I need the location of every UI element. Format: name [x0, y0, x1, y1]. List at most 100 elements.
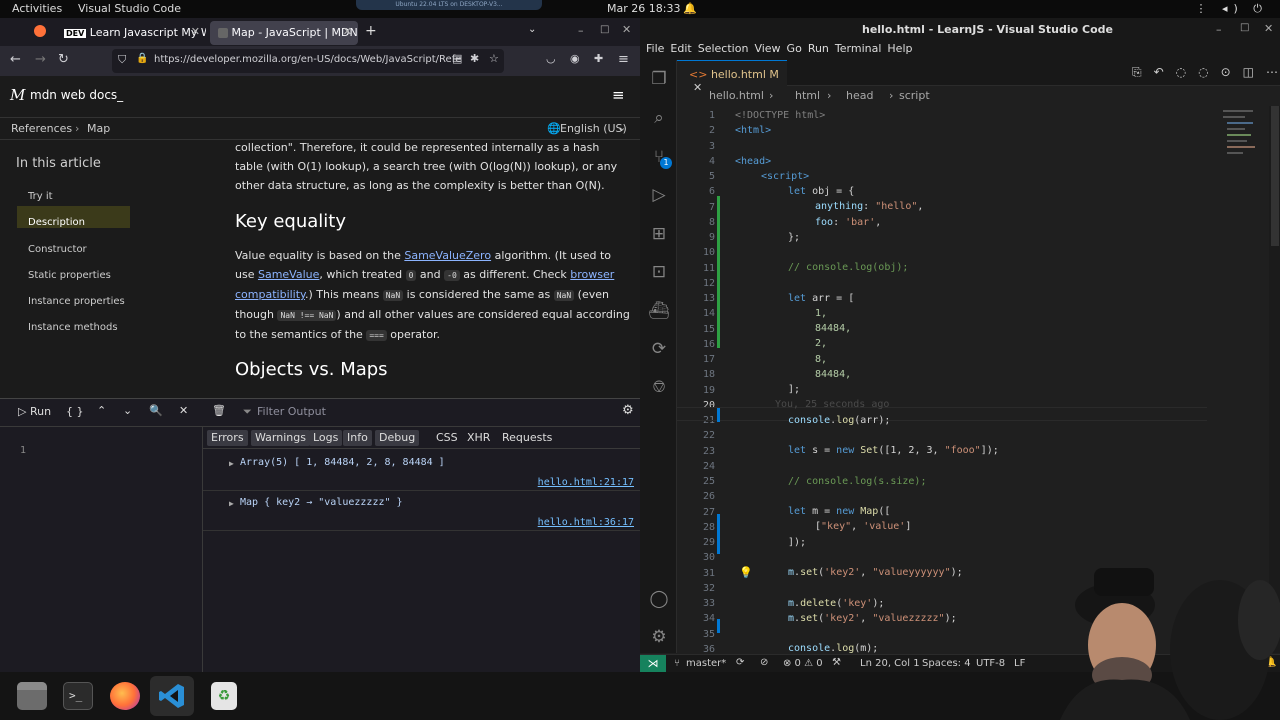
active-app-name[interactable]: Visual Studio Code: [78, 2, 181, 15]
filter-css[interactable]: CSS: [432, 430, 462, 445]
editor-tab-hello-html[interactable]: <> hello.html M ✕: [677, 60, 787, 94]
editor-actions[interactable]: ⎘↶◌◌⊙◫⋯: [1132, 65, 1280, 80]
indentation[interactable]: Spaces: 4: [922, 658, 971, 669]
docker-icon[interactable]: ⛴: [648, 300, 670, 322]
toc-item-static-properties[interactable]: Static properties: [28, 270, 111, 281]
breadcrumb-file[interactable]: hello.html: [709, 89, 764, 102]
breadcrumb-head[interactable]: head: [846, 89, 873, 102]
activities-button[interactable]: Activities: [12, 2, 62, 15]
clock[interactable]: Mar 26 18:33: [607, 2, 680, 15]
close-tab-icon[interactable]: ✕: [191, 25, 200, 38]
address-bar[interactable]: ⛉ 🔒 https://developer.mozilla.org/en-US/…: [112, 49, 504, 73]
menu-go[interactable]: Go: [787, 42, 802, 55]
ports-icon[interactable]: ⊘: [760, 657, 768, 668]
explorer-files-icon[interactable]: ❐: [648, 68, 670, 90]
filter-requests[interactable]: Requests: [498, 430, 556, 445]
breadcrumb-map[interactable]: Map: [87, 122, 110, 135]
search-icon[interactable]: ⌕: [648, 107, 670, 129]
vm-connection-tab[interactable]: Ubuntu 22.04 LTS on DESKTOP-V3...: [356, 0, 542, 10]
expand-arrow-icon[interactable]: ▶: [229, 459, 234, 468]
minimize-icon[interactable]: –: [1216, 23, 1222, 36]
console-log-row[interactable]: ▶ Array(5) [ 1, 84484, 2, 8, 84484 ] hel…: [203, 451, 640, 491]
filter-xhr[interactable]: XHR: [463, 430, 494, 445]
files-icon[interactable]: [17, 682, 47, 710]
firefox-view-icon[interactable]: [34, 25, 46, 37]
mdn-menu-icon[interactable]: ≡: [612, 86, 625, 104]
filter-info[interactable]: Info: [343, 430, 372, 446]
toc-item-description[interactable]: Description: [28, 217, 85, 228]
lightbulb-icon[interactable]: 💡: [739, 566, 753, 579]
scrollbar-thumb[interactable]: [1271, 106, 1279, 246]
window-close-icon[interactable]: ✕: [1264, 22, 1273, 35]
minimize-icon[interactable]: –: [578, 24, 584, 37]
close-editor-icon[interactable]: ✕: [179, 404, 188, 417]
filter-errors[interactable]: Errors: [207, 430, 248, 446]
maximize-icon[interactable]: □: [1240, 22, 1249, 33]
filter-output-input[interactable]: Filter Output: [257, 405, 326, 418]
breadcrumb-html[interactable]: html: [795, 89, 820, 102]
new-tab-button[interactable]: +: [365, 23, 377, 39]
chevron-down-icon[interactable]: ⌄: [617, 121, 626, 134]
extensions-puzzle-icon[interactable]: ✚: [594, 52, 603, 65]
system-tray[interactable]: ⋮ ◂) ⏻: [1195, 2, 1268, 16]
terminal-icon[interactable]: >_: [63, 682, 93, 710]
timeline-icon[interactable]: ⎊: [648, 376, 670, 398]
notification-bell-icon[interactable]: 🔔: [683, 2, 697, 15]
extensions-icon[interactable]: ⊞: [648, 223, 670, 245]
app-menu-icon[interactable]: ≡: [618, 52, 629, 67]
forward-icon[interactable]: →: [35, 52, 46, 67]
tab-map-mdn[interactable]: Map - JavaScript | MDN ✕: [210, 21, 358, 45]
search-icon[interactable]: 🔍: [149, 404, 163, 417]
history-down-icon[interactable]: ⌄: [123, 404, 132, 417]
manage-gear-icon[interactable]: ⚙: [648, 626, 670, 648]
minimap[interactable]: [1217, 106, 1265, 166]
reader-view-icon[interactable]: ▤: [452, 52, 462, 65]
menu-view[interactable]: View: [754, 42, 780, 55]
history-up-icon[interactable]: ⌃: [97, 404, 106, 417]
refresh-extension-icon[interactable]: ⟳: [648, 338, 670, 360]
remote-indicator-icon[interactable]: ⋊: [640, 655, 666, 673]
clear-console-trash-icon[interactable]: 🗑: [212, 404, 226, 417]
remote-explorer-icon[interactable]: ⊡: [648, 261, 670, 283]
toc-item-instance-methods[interactable]: Instance methods: [28, 322, 118, 333]
menu-run[interactable]: Run: [808, 42, 829, 55]
trash-icon[interactable]: ♻: [211, 682, 237, 710]
reload-icon[interactable]: ↻: [58, 52, 69, 67]
tab-learn-javascript[interactable]: DEV Learn Javascript My Way ✕: [56, 21, 206, 45]
mdn-logo[interactable]: mdn web docs_: [30, 88, 123, 102]
account-icon[interactable]: ◉: [570, 52, 580, 65]
bookmark-star-icon[interactable]: ☆: [489, 52, 499, 65]
breadcrumb-script[interactable]: script: [899, 89, 930, 102]
account-icon[interactable]: ◯: [648, 588, 670, 610]
back-icon[interactable]: ←: [10, 52, 21, 67]
encoding[interactable]: UTF-8: [976, 658, 1005, 669]
toc-item-constructor[interactable]: Constructor: [28, 244, 87, 255]
menu-help[interactable]: Help: [887, 42, 912, 55]
toc-item-instance-properties[interactable]: Instance properties: [28, 296, 125, 307]
console-multiline-editor[interactable]: 1: [0, 427, 203, 672]
filter-warnings[interactable]: Warnings: [251, 430, 310, 446]
problems-indicator[interactable]: ⊗ 0 ⚠ 0: [783, 658, 823, 669]
debug-icon[interactable]: ⚒: [832, 657, 841, 668]
link-samevaluezero[interactable]: SameValueZero: [404, 249, 491, 262]
extension-icon[interactable]: ✱: [470, 52, 479, 65]
filter-debug[interactable]: Debug: [375, 430, 420, 446]
breadcrumb-references[interactable]: References: [11, 122, 72, 135]
pocket-icon[interactable]: ◡: [546, 52, 556, 65]
console-settings-gear-icon[interactable]: ⚙: [622, 403, 634, 418]
menu-edit[interactable]: Edit: [670, 42, 691, 55]
close-tab-icon[interactable]: ✕: [343, 25, 352, 38]
log-source-link[interactable]: hello.html:21:17: [538, 477, 634, 488]
git-branch[interactable]: master*: [686, 658, 726, 669]
firefox-icon[interactable]: [110, 682, 140, 710]
filter-logs[interactable]: Logs: [309, 430, 343, 446]
link-samevalue[interactable]: SameValue: [258, 268, 319, 281]
list-all-tabs-icon[interactable]: ⌄: [528, 24, 536, 35]
maximize-icon[interactable]: □: [600, 24, 609, 35]
menu-file[interactable]: File: [646, 42, 664, 55]
cursor-position[interactable]: Ln 20, Col 1: [860, 658, 920, 669]
sync-icon[interactable]: ⟳: [736, 657, 744, 668]
menu-terminal[interactable]: Terminal: [835, 42, 882, 55]
menu-selection[interactable]: Selection: [698, 42, 749, 55]
window-close-icon[interactable]: ✕: [622, 23, 631, 36]
